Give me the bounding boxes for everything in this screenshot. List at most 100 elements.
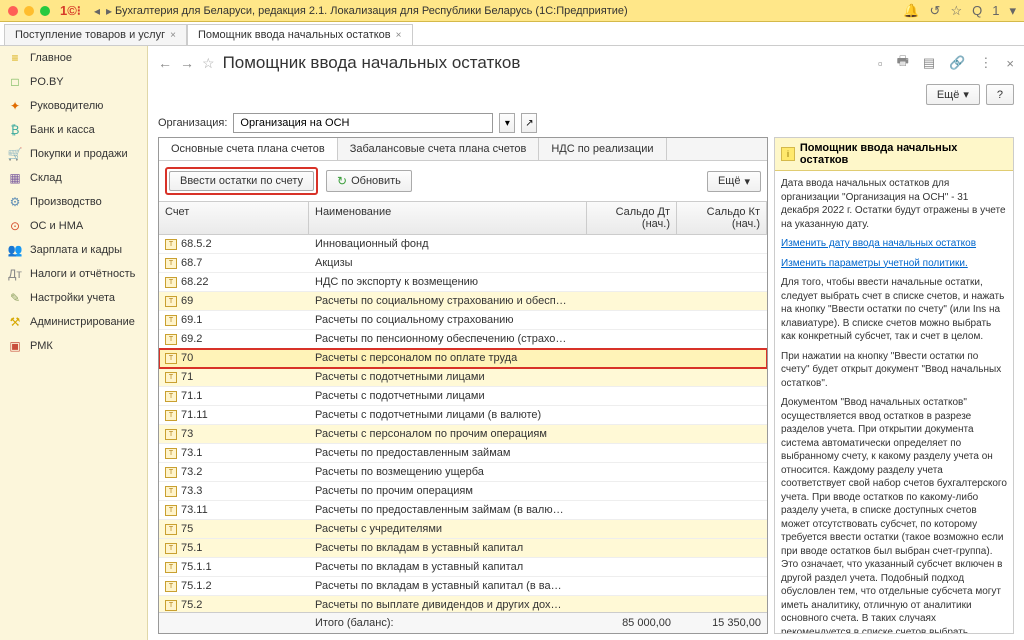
more-button[interactable]: Ещё ▾ (926, 84, 980, 105)
table-row[interactable]: T73Расчеты с персоналом по прочим операц… (159, 425, 767, 444)
table-row[interactable]: T69.2Расчеты по пенсионному обеспечению … (159, 330, 767, 349)
account-icon: T (165, 562, 177, 573)
sidebar-item[interactable]: ▣РМК (0, 334, 147, 358)
sidebar-label: Зарплата и кадры (30, 244, 122, 256)
nav-right-icon[interactable]: ▸ (106, 4, 112, 18)
open-icon[interactable]: ↗ (521, 113, 537, 133)
tab-assistant[interactable]: Помощник ввода начальных остатков× (187, 24, 413, 45)
refresh-icon: ↻ (337, 174, 347, 188)
maximize-icon[interactable] (40, 6, 50, 16)
table-row[interactable]: T68.5.2Инновационный фонд (159, 235, 767, 254)
table-row[interactable]: T75.1.2Расчеты по вкладам в уставный кап… (159, 577, 767, 596)
print-icon[interactable]: 🖶 (897, 52, 909, 74)
table-row[interactable]: T73.1Расчеты по предоставленным займам (159, 444, 767, 463)
table-row[interactable]: T68.22НДС по экспорту к возмещению (159, 273, 767, 292)
bell-icon[interactable]: 🔔 (903, 3, 919, 19)
sidebar-label: Настройки учета (30, 292, 115, 304)
table-row[interactable]: T71.11Расчеты с подотчетными лицами (в в… (159, 406, 767, 425)
tab-main-accounts[interactable]: Основные счета плана счетов (159, 138, 338, 160)
table-row[interactable]: T70Расчеты с персоналом по оплате труда (159, 349, 767, 368)
favorite-icon[interactable]: ☆ (202, 55, 215, 72)
col-credit[interactable]: Сальдо Кт (нач.) (677, 202, 767, 234)
link-icon[interactable]: 🔗 (949, 55, 965, 71)
report-icon[interactable]: ▤ (923, 55, 935, 71)
account-icon: T (165, 581, 177, 592)
tab-receipt[interactable]: Поступление товаров и услуг× (4, 24, 187, 45)
forward-icon[interactable]: → (180, 55, 194, 71)
col-name[interactable]: Наименование (309, 202, 587, 234)
sidebar-label: Руководителю (30, 100, 103, 112)
tab-offbalance[interactable]: Забалансовые счета плана счетов (338, 138, 540, 160)
menu-icon[interactable]: ▾ (1009, 3, 1016, 19)
account-icon: T (165, 429, 177, 440)
help-button[interactable]: ? (986, 84, 1014, 105)
table-row[interactable]: T75.1Расчеты по вкладам в уставный капит… (159, 539, 767, 558)
close-icon[interactable]: × (170, 30, 176, 41)
account-icon: T (165, 277, 177, 288)
sidebar-item[interactable]: ≡Главное (0, 46, 147, 70)
more-button[interactable]: Ещё ▾ (707, 171, 761, 192)
tab-vat[interactable]: НДС по реализации (539, 138, 666, 160)
table-row[interactable]: T75.2Расчеты по выплате дивидендов и дру… (159, 596, 767, 612)
sidebar-item[interactable]: ⚒Администрирование (0, 310, 147, 334)
close-icon[interactable]: × (396, 30, 402, 41)
dropdown-icon[interactable]: ▾ (499, 113, 515, 133)
logo-1c: 1©⁝ (60, 3, 81, 19)
account-icon: T (165, 524, 177, 535)
org-field[interactable]: Организация на ОСН (233, 113, 493, 133)
grid-header: Счет Наименование Сальдо Дт (нач.) Сальд… (159, 201, 767, 235)
table-row[interactable]: T71Расчеты с подотчетными лицами (159, 368, 767, 387)
save-icon[interactable]: ▫ (878, 56, 883, 71)
table-row[interactable]: T68.7Акцизы (159, 254, 767, 273)
close-page-icon[interactable]: × (1006, 56, 1014, 71)
table-row[interactable]: T69.1Расчеты по социальному страхованию (159, 311, 767, 330)
app-title: Бухгалтерия для Беларуси, редакция 2.1. … (115, 5, 903, 17)
sidebar-icon: ⚙ (8, 195, 22, 209)
sidebar-icon: Дт (8, 267, 22, 281)
window-controls[interactable] (8, 6, 50, 16)
refresh-button[interactable]: ↻Обновить (326, 170, 412, 192)
sidebar-icon: ✦ (8, 99, 22, 113)
sidebar-label: Главное (30, 52, 72, 64)
enter-balance-button[interactable]: Ввести остатки по счету (169, 171, 314, 191)
nav-left-icon[interactable]: ◂ (94, 4, 100, 18)
sidebar-label: РМК (30, 340, 53, 352)
grid-body[interactable]: T68.5.2Инновационный фондT68.7АкцизыT68.… (159, 235, 767, 612)
settings-icon[interactable]: Q (972, 3, 982, 19)
sidebar-icon: ▦ (8, 171, 22, 185)
user-icon[interactable]: 1 (992, 3, 999, 19)
col-account[interactable]: Счет (159, 202, 309, 234)
sidebar-item[interactable]: 👥Зарплата и кадры (0, 238, 147, 262)
table-row[interactable]: T69Расчеты по социальному страхованию и … (159, 292, 767, 311)
change-policy-link[interactable]: Изменить параметры учетной политики. (781, 258, 968, 269)
sidebar-item[interactable]: □PO.BY (0, 70, 147, 94)
change-date-link[interactable]: Изменить дату ввода начальных остатков (781, 238, 976, 249)
sidebar-item[interactable]: ✦ Руководителю (0, 94, 147, 118)
sidebar-label: Налоги и отчётность (30, 268, 135, 280)
table-row[interactable]: T73.11Расчеты по предоставленным займам … (159, 501, 767, 520)
history-icon[interactable]: ↺ (930, 3, 941, 19)
table-row[interactable]: T75Расчеты с учредителями (159, 520, 767, 539)
sidebar-item[interactable]: ✎Настройки учета (0, 286, 147, 310)
close-icon[interactable] (8, 6, 18, 16)
sidebar-item[interactable]: ⊙ОС и НМА (0, 214, 147, 238)
table-row[interactable]: T75.1.1Расчеты по вкладам в уставный кап… (159, 558, 767, 577)
sidebar-item[interactable]: 🛒Покупки и продажи (0, 142, 147, 166)
back-icon[interactable]: ← (158, 55, 172, 71)
star-icon[interactable]: ☆ (950, 3, 962, 19)
account-icon: T (165, 258, 177, 269)
more-icon[interactable]: ⋮ (979, 55, 992, 71)
table-row[interactable]: T73.3Расчеты по прочим операциям (159, 482, 767, 501)
sidebar-item[interactable]: ₿Банк и касса (0, 118, 147, 142)
account-icon: T (165, 334, 177, 345)
table-row[interactable]: T71.1Расчеты с подотчетными лицами (159, 387, 767, 406)
sidebar-item[interactable]: ⚙Производство (0, 190, 147, 214)
sidebar-icon: ⚒ (8, 315, 22, 329)
sidebar-item[interactable]: ▦Склад (0, 166, 147, 190)
sidebar-item[interactable]: Дт Налоги и отчётность (0, 262, 147, 286)
col-debit[interactable]: Сальдо Дт (нач.) (587, 202, 677, 234)
table-row[interactable]: T73.2Расчеты по возмещению ущерба (159, 463, 767, 482)
sidebar-label: Покупки и продажи (30, 148, 128, 160)
minimize-icon[interactable] (24, 6, 34, 16)
help-header: i Помощник ввода начальных остатков (775, 138, 1013, 171)
